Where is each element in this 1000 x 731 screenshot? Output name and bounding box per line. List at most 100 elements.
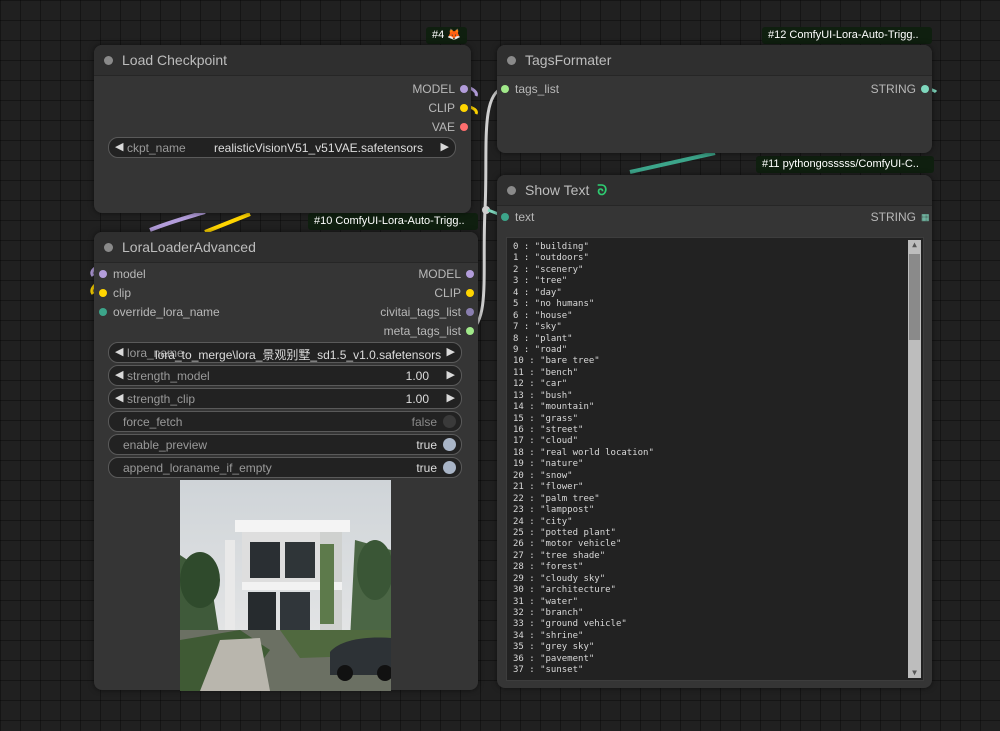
output-label: VAE — [431, 120, 455, 134]
load-checkpoint-node[interactable]: Load Checkpoint MODEL CLIP VAE ◀ ckpt_na… — [94, 45, 471, 213]
output-label: meta_tags_list — [383, 324, 461, 338]
input-text[interactable]: text — [498, 209, 534, 225]
text-line: 34 : "shrine" — [513, 630, 584, 641]
scroll-up-icon[interactable]: ▲ — [908, 240, 921, 250]
list-slot-icon[interactable] — [466, 327, 474, 335]
string-slot-icon[interactable] — [921, 85, 929, 93]
collapse-dot-icon[interactable] — [104, 243, 113, 252]
collapse-dot-icon[interactable] — [507, 56, 516, 65]
output-civitai-tags-list[interactable]: civitai_tags_list — [380, 304, 477, 320]
right-arrow-icon[interactable]: ▶ — [447, 345, 455, 358]
input-clip[interactable]: clip — [96, 285, 131, 301]
input-model[interactable]: model — [96, 266, 146, 282]
output-model[interactable]: MODEL — [418, 266, 477, 282]
widget-label: strength_clip — [127, 392, 196, 406]
model-link — [149, 210, 206, 232]
vae-slot-icon[interactable] — [460, 123, 468, 131]
output-label: MODEL — [418, 267, 461, 281]
output-clip[interactable]: CLIP — [434, 285, 477, 301]
output-label: STRING — [870, 210, 916, 224]
text-line: 10 : "bare tree" — [513, 356, 600, 367]
widget-value: 1.00 — [405, 392, 429, 406]
string-slot-icon[interactable] — [99, 308, 107, 316]
text-line: 28 : "forest" — [513, 562, 584, 573]
model-slot-icon[interactable] — [99, 270, 107, 278]
text-line: 6 : "house" — [513, 310, 573, 321]
ckpt-name-combo[interactable]: ◀ ckpt_name realisticVisionV51_v51VAE.sa… — [108, 137, 456, 158]
node-title-bar[interactable]: TagsFormater — [497, 45, 932, 76]
model-slot-icon[interactable] — [466, 270, 474, 278]
append-loraname-toggle[interactable]: append_loraname_if_empty true — [108, 457, 462, 478]
text-line: 11 : "bench" — [513, 367, 579, 378]
show-text-node[interactable]: Show Text ᘐ text STRING ▦ 0 : "building"… — [497, 175, 932, 688]
left-arrow-icon[interactable]: ◀ — [115, 345, 123, 358]
show-text-output[interactable]: 0 : "building" 1 : "outdoors" 2 : "scenery… — [506, 237, 924, 681]
increment-arrow-icon[interactable]: ▶ — [447, 391, 455, 404]
widget-value: true — [416, 438, 437, 452]
widget-value: lora_to_merge\lora_景观别墅_sd1.5_v1.0.safet… — [155, 348, 442, 362]
output-label: MODEL — [412, 82, 455, 96]
list-slot-icon[interactable] — [466, 308, 474, 316]
text-line: 0 : "building" — [513, 242, 589, 252]
text-line: 2 : "scenery" — [513, 264, 584, 275]
toggle-on-icon[interactable] — [443, 461, 456, 474]
node-id-badge: #11 pythongosssss/ComfyUI-C.. — [756, 156, 934, 173]
node-title: Show Text ᘐ — [525, 182, 608, 198]
force-fetch-toggle[interactable]: force_fetch false — [108, 411, 462, 432]
widget-value: true — [416, 461, 437, 475]
enable-preview-toggle[interactable]: enable_preview true — [108, 434, 462, 455]
clip-slot-icon[interactable] — [466, 289, 474, 297]
toggle-off-icon[interactable] — [443, 415, 456, 428]
text-line: 23 : "lamppost" — [513, 505, 595, 516]
list-slot-icon[interactable] — [501, 85, 509, 93]
list-output-grid-icon[interactable]: ▦ — [921, 213, 930, 222]
scroll-down-icon[interactable]: ▼ — [908, 668, 921, 678]
output-meta-tags-list[interactable]: meta_tags_list — [384, 323, 477, 339]
decrement-arrow-icon[interactable]: ◀ — [115, 368, 123, 381]
output-string[interactable]: STRING — [871, 81, 932, 97]
toggle-on-icon[interactable] — [443, 438, 456, 451]
text-line: 21 : "flower" — [513, 482, 584, 493]
string-slot-icon[interactable] — [501, 213, 509, 221]
collapse-dot-icon[interactable] — [104, 56, 113, 65]
strength-clip-number[interactable]: ◀ strength_clip 1.00 ▶ — [108, 388, 462, 409]
output-vae[interactable]: VAE — [432, 119, 471, 135]
input-label: clip — [113, 286, 132, 300]
input-override-lora-name[interactable]: override_lora_name — [96, 304, 220, 320]
right-arrow-icon[interactable]: ▶ — [441, 140, 449, 153]
text-line: 17 : "cloud" — [513, 436, 579, 447]
text-line: 13 : "bush" — [513, 390, 573, 401]
lora-loader-advanced-node[interactable]: LoraLoaderAdvanced model clip override_l… — [94, 232, 478, 691]
left-arrow-icon[interactable]: ◀ — [115, 140, 123, 153]
input-label: model — [113, 267, 146, 281]
node-title-bar[interactable]: Show Text ᘐ — [497, 175, 932, 206]
text-line: 27 : "tree shade" — [513, 550, 606, 561]
model-slot-icon[interactable] — [460, 85, 468, 93]
input-tags-list[interactable]: tags_list — [498, 81, 559, 97]
decrement-arrow-icon[interactable]: ◀ — [115, 391, 123, 404]
widget-label: enable_preview — [123, 438, 208, 452]
node-title: TagsFormater — [525, 52, 612, 68]
tags-formater-node[interactable]: TagsFormater tags_list STRING — [497, 45, 932, 153]
output-clip[interactable]: CLIP — [428, 100, 471, 116]
text-line: 9 : "road" — [513, 344, 568, 355]
widget-value: 1.00 — [405, 369, 429, 383]
scrollbar[interactable]: ▲ ▼ — [908, 240, 921, 678]
output-label: STRING — [870, 82, 916, 96]
text-line: 26 : "motor vehicle" — [513, 539, 622, 550]
scrollbar-thumb[interactable] — [909, 254, 920, 340]
clip-slot-icon[interactable] — [99, 289, 107, 297]
lora-preview-image — [180, 480, 391, 691]
widget-value: realisticVisionV51_v51VAE.safetensors — [213, 141, 423, 155]
output-model[interactable]: MODEL — [412, 81, 471, 97]
node-title-bar[interactable]: Load Checkpoint — [94, 45, 471, 76]
collapse-dot-icon[interactable] — [507, 186, 516, 195]
lora-name-combo[interactable]: ◀ lora_name lora_to_merge\lora_景观别墅_sd1.… — [108, 342, 462, 363]
clip-slot-icon[interactable] — [460, 104, 468, 112]
text-line: 3 : "tree" — [513, 276, 568, 287]
output-string[interactable]: STRING ▦ — [871, 209, 932, 225]
node-title-bar[interactable]: LoraLoaderAdvanced — [94, 232, 478, 263]
strength-model-number[interactable]: ◀ strength_model 1.00 ▶ — [108, 365, 462, 386]
text-line: 5 : "no humans" — [513, 299, 595, 310]
increment-arrow-icon[interactable]: ▶ — [447, 368, 455, 381]
